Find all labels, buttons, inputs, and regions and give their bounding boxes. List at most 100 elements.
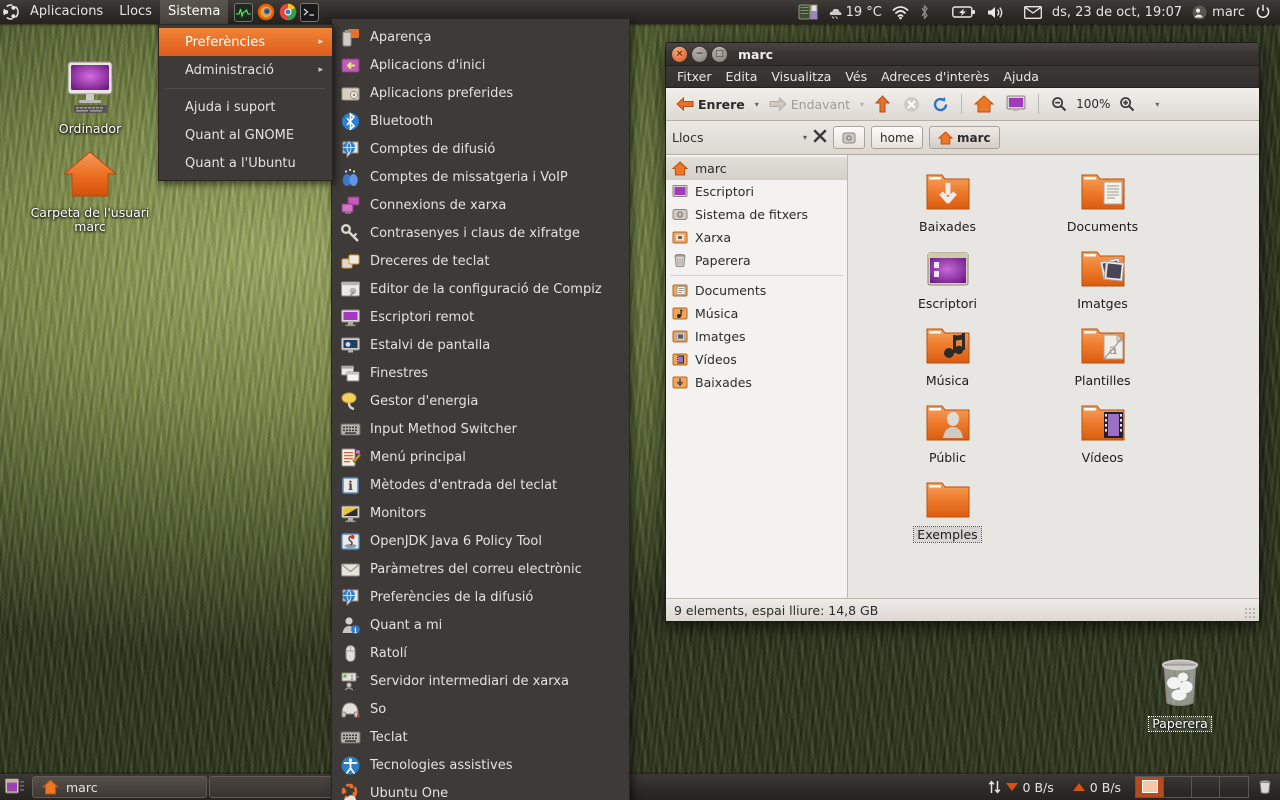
menu-edita[interactable]: Edita	[719, 66, 765, 88]
file-item-escriptori[interactable]: Escriptori	[870, 246, 1025, 323]
prefs-item-about-me[interactable]: i Quant a mi	[332, 611, 629, 639]
desktop-icon-computer[interactable]: Ordinador	[30, 60, 150, 136]
sidebar-item-baixades[interactable]: Baixades	[666, 371, 847, 394]
prefs-item-preferred-applications[interactable]: Aplicacions preferides	[332, 79, 629, 107]
show-desktop-icon[interactable]	[3, 776, 27, 798]
back-dropdown-icon[interactable]: ▾	[752, 100, 762, 109]
file-item-public[interactable]: Públic	[870, 400, 1025, 477]
terminal-icon[interactable]	[300, 2, 320, 22]
panel-menu-applications[interactable]: Aplicacions	[22, 0, 111, 24]
network-speed-indicator[interactable]: 0 B/s	[979, 780, 1063, 795]
breadcrumb-marc[interactable]: marc	[929, 126, 1000, 149]
prefs-item-monitors[interactable]: Monitors	[332, 499, 629, 527]
menu-fitxer[interactable]: Fitxer	[670, 66, 719, 88]
workspace-switcher[interactable]	[1135, 776, 1249, 798]
workspace-2[interactable]	[1164, 777, 1192, 797]
window-titlebar[interactable]: × − □ marc	[666, 43, 1259, 66]
workspace-4[interactable]	[1220, 777, 1248, 797]
cpu-monitor-icon[interactable]	[793, 0, 823, 24]
resize-grip[interactable]	[1244, 607, 1256, 619]
prefs-item-mouse[interactable]: Ratolí	[332, 639, 629, 667]
prefs-item-messaging-voip[interactable]: Comptes de missatgeria i VoIP	[332, 163, 629, 191]
computer-button[interactable]	[1001, 91, 1031, 117]
prefs-item-assistive-technologies[interactable]: Tecnologies assistives	[332, 751, 629, 779]
user-indicator[interactable]: marc	[1187, 0, 1250, 24]
sidebar-item-musica[interactable]: Música	[666, 302, 847, 325]
prefs-item-broadcast-accounts[interactable]: Comptes de difusió	[332, 135, 629, 163]
forward-button[interactable]: Endavant	[764, 91, 855, 117]
prefs-item-sound[interactable]: So	[332, 695, 629, 723]
prefs-item-network-connections[interactable]: Connexions de xarxa	[332, 191, 629, 219]
stop-button[interactable]	[898, 91, 925, 117]
ubuntu-logo-icon[interactable]	[0, 0, 22, 24]
breadcrumb-home[interactable]: home	[871, 126, 924, 149]
file-item-musica[interactable]: Música	[870, 323, 1025, 400]
prefs-item-windows[interactable]: Finestres	[332, 359, 629, 387]
prefs-item-power-manager[interactable]: Gestor d'energia	[332, 387, 629, 415]
breadcrumb-filesystem[interactable]	[833, 126, 865, 149]
zoom-in-button[interactable]	[1114, 91, 1140, 117]
workspace-1[interactable]	[1136, 777, 1164, 797]
prefs-item-remote-desktop[interactable]: Escriptori remot	[332, 303, 629, 331]
prefs-item-main-menu[interactable]: Menú principal	[332, 443, 629, 471]
wifi-icon[interactable]	[887, 0, 914, 24]
sidebar-item-documents[interactable]: Documents	[666, 279, 847, 302]
system-menu-item-administration[interactable]: Administració ▸	[159, 56, 332, 84]
sidebar-item-escriptori[interactable]: Escriptori	[666, 180, 847, 203]
toolbar-overflow-icon[interactable]: ▾	[1152, 100, 1162, 109]
menu-ajuda[interactable]: Ajuda	[996, 66, 1046, 88]
panel-menu-places[interactable]: Llocs	[111, 0, 160, 24]
prefs-item-appearance[interactable]: Aparença	[332, 23, 629, 51]
file-item-baixades[interactable]: Baixades	[870, 169, 1025, 246]
system-menu-item-help[interactable]: Ajuda i suport	[159, 93, 332, 121]
sidebar-item-filesystem[interactable]: Sistema de fitxers	[666, 203, 847, 226]
prefs-item-keyboard[interactable]: Teclat	[332, 723, 629, 751]
sidebar-item-xarxa[interactable]: Xarxa	[666, 226, 847, 249]
file-item-documents[interactable]: Documents	[1025, 169, 1180, 246]
prefs-item-passwords-keys[interactable]: Contrasenyes i claus de xifratge	[332, 219, 629, 247]
up-button[interactable]	[869, 91, 896, 117]
chrome-icon[interactable]	[278, 3, 297, 22]
weather-indicator[interactable]: 19 °C	[823, 0, 887, 24]
sidebar-item-videos[interactable]: Vídeos	[666, 348, 847, 371]
bluetooth-icon[interactable]	[914, 0, 935, 24]
workspace-3[interactable]	[1192, 777, 1220, 797]
battery-icon[interactable]	[947, 0, 981, 24]
volume-icon[interactable]	[981, 0, 1009, 24]
clock-label[interactable]: ds, 23 de oct, 19:07	[1047, 0, 1187, 24]
file-item-exemples[interactable]: Exemples	[870, 477, 1025, 554]
system-menu-item-about-gnome[interactable]: Quant al GNOME	[159, 121, 332, 149]
panel-menu-system[interactable]: Sistema	[159, 0, 229, 24]
home-button[interactable]	[969, 91, 999, 117]
prefs-item-java-policy-tool[interactable]: OpenJDK Java 6 Policy Tool	[332, 527, 629, 555]
window-maximize-button[interactable]: □	[712, 46, 727, 62]
prefs-item-network-proxy[interactable]: Servidor intermediari de xarxa	[332, 667, 629, 695]
network-upload-indicator[interactable]: 0 B/s	[1063, 780, 1130, 795]
close-sidebar-icon[interactable]	[813, 129, 827, 146]
desktop-icon-home-folder[interactable]: Carpeta de l'usuari marc	[30, 148, 150, 235]
sidebar-item-marc[interactable]: marc	[666, 157, 847, 180]
menu-visualitza[interactable]: Visualitza	[764, 66, 838, 88]
system-menu-item-about-ubuntu[interactable]: Quant a l'Ubuntu	[159, 149, 332, 177]
menu-adreces[interactable]: Adreces d'interès	[874, 66, 996, 88]
power-icon[interactable]	[1250, 0, 1276, 24]
prefs-item-compiz-settings[interactable]: Editor de la configuració de Compiz	[332, 275, 629, 303]
taskbar-item-marc[interactable]: marc	[32, 776, 207, 798]
prefs-item-startup-applications[interactable]: Aplicacions d'inici	[332, 51, 629, 79]
file-item-plantilles[interactable]: a Plantilles	[1025, 323, 1180, 400]
window-close-button[interactable]: ×	[672, 46, 687, 62]
file-item-videos[interactable]: Vídeos	[1025, 400, 1180, 477]
desktop-icon-trash[interactable]: Paperera	[1120, 655, 1240, 733]
zoom-out-button[interactable]	[1046, 91, 1072, 117]
window-minimize-button[interactable]: −	[692, 46, 707, 62]
menu-ves[interactable]: Vés	[838, 66, 874, 88]
prefs-item-input-method-switcher[interactable]: Input Method Switcher	[332, 415, 629, 443]
sidebar-item-paperera[interactable]: Paperera	[666, 249, 847, 272]
prefs-item-email-settings[interactable]: Paràmetres del correu electrònic	[332, 555, 629, 583]
reload-button[interactable]	[927, 91, 954, 117]
prefs-item-broadcast-preferences[interactable]: Preferències de la difusió	[332, 583, 629, 611]
envelope-icon[interactable]	[1019, 0, 1047, 24]
file-item-imatges[interactable]: Imatges	[1025, 246, 1180, 323]
prefs-item-keyboard-shortcuts[interactable]: Dreceres de teclat	[332, 247, 629, 275]
sidebar-item-imatges[interactable]: Imatges	[666, 325, 847, 348]
